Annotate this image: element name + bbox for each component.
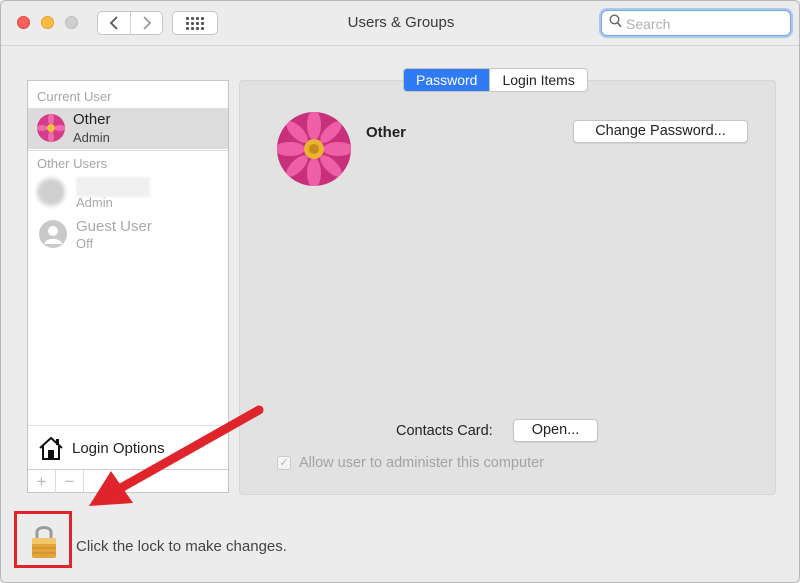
contacts-card-label: Contacts Card:	[396, 423, 493, 439]
user-row-guest[interactable]: Guest User Off	[28, 216, 228, 254]
user-name: Other	[73, 111, 111, 128]
user-role: Admin	[73, 130, 110, 145]
login-options-label: Login Options	[72, 440, 165, 457]
user-role: Admin	[76, 195, 113, 210]
tab-bar: Password Login Items	[403, 68, 588, 92]
user-avatar	[37, 114, 65, 142]
user-picture[interactable]	[277, 112, 351, 186]
user-row-current[interactable]: Other Admin	[28, 108, 228, 149]
lock-icon	[32, 526, 56, 558]
tab-password[interactable]: Password	[404, 69, 490, 91]
user-role: Off	[76, 236, 94, 251]
allow-admin-checkbox[interactable]: ✓	[277, 456, 291, 470]
divider	[28, 425, 228, 426]
user-full-name: Other	[366, 124, 407, 141]
add-user-button[interactable]: +	[28, 470, 56, 493]
person-icon	[39, 220, 67, 248]
users-groups-window: Users & Groups Current User Other Admin …	[0, 0, 800, 583]
user-name: Guest User	[76, 218, 152, 235]
current-user-header: Current User	[37, 89, 112, 104]
other-users-header: Other Users	[37, 156, 108, 171]
allow-admin-label: Allow user to administer this computer	[299, 455, 544, 471]
remove-user-button[interactable]: −	[56, 470, 84, 493]
search-input[interactable]	[624, 13, 788, 35]
title-bar: Users & Groups	[1, 1, 799, 46]
search-icon	[609, 14, 622, 31]
change-password-button[interactable]: Change Password...	[573, 120, 748, 143]
tab-login-items[interactable]: Login Items	[489, 69, 586, 91]
open-contacts-button[interactable]: Open...	[513, 419, 598, 442]
lock-label: Click the lock to make changes.	[76, 538, 287, 555]
search-field[interactable]	[601, 10, 791, 36]
add-remove-bar: + −	[28, 469, 228, 493]
divider	[28, 150, 228, 151]
user-row-other[interactable]: Admin	[28, 174, 228, 212]
user-name-blurred	[76, 177, 150, 197]
users-list: Current User Other Admin Other Users Adm…	[27, 80, 229, 493]
lock-button[interactable]	[14, 511, 72, 568]
user-avatar-blurred	[37, 178, 65, 206]
house-icon	[39, 436, 63, 460]
login-options-item[interactable]: Login Options	[36, 433, 226, 463]
